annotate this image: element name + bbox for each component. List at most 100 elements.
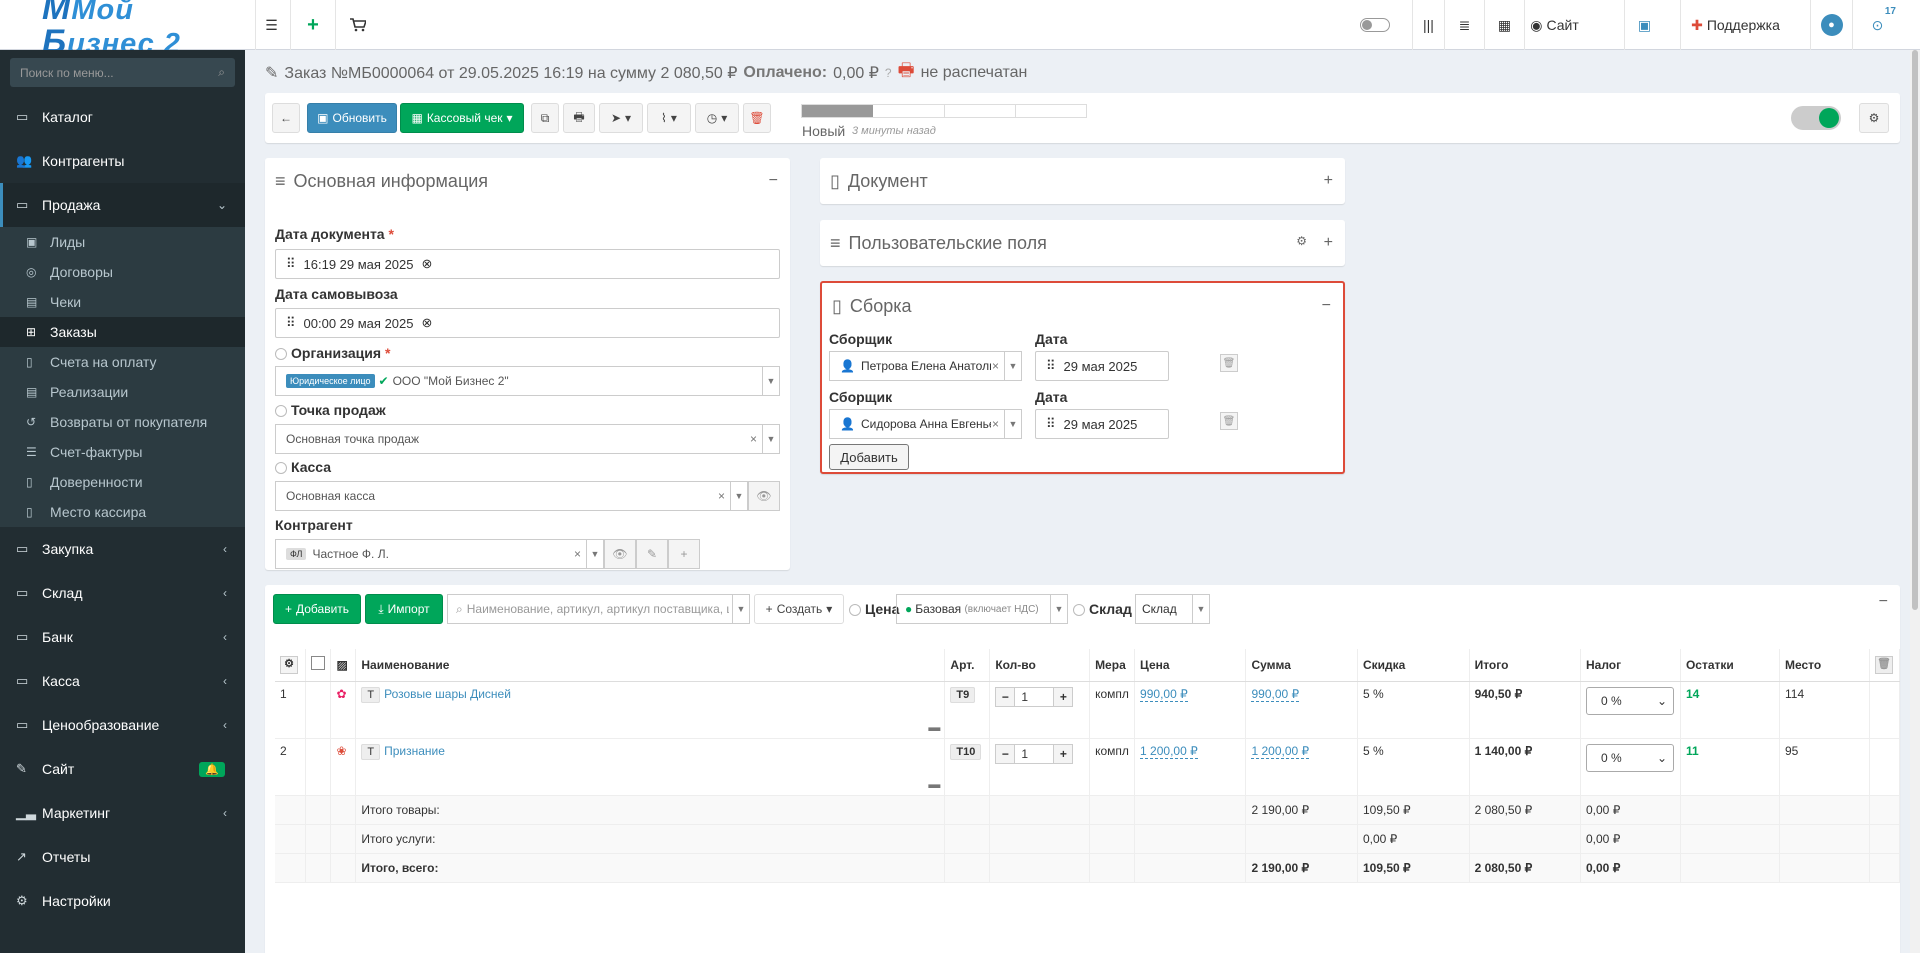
server-icon[interactable]: ≣: [1444, 0, 1484, 50]
sidebar-item-site[interactable]: ✎ Сайт 🔔: [0, 747, 245, 791]
sidebar-item-warehouse[interactable]: ▭ Склад ‹: [0, 571, 245, 615]
add-contractor-button[interactable]: +: [668, 539, 700, 569]
product-name-link[interactable]: Признание: [384, 744, 445, 758]
printer-icon[interactable]: 🖶: [898, 58, 915, 88]
cash-select[interactable]: Основная касса × ▼: [275, 481, 748, 511]
dropdown-arrow-icon[interactable]: ▼: [1050, 595, 1067, 623]
sidebar-search-input[interactable]: Поиск по меню... ⌕: [10, 58, 235, 87]
site-link[interactable]: ◉ Сайт: [1524, 0, 1584, 50]
header-total[interactable]: Итого: [1469, 649, 1582, 682]
cash-receipt-button[interactable]: ▦ Кассовый чек ▾: [400, 103, 524, 133]
quantity-stepper[interactable]: −1 +: [995, 686, 1084, 707]
bars-icon[interactable]: ▬: [928, 777, 940, 791]
minus-icon[interactable]: −: [995, 686, 1016, 707]
sidebar-item-reports[interactable]: ↗ Отчеты: [0, 835, 245, 879]
clear-icon[interactable]: ×: [992, 417, 999, 431]
clear-table-button[interactable]: 🗑: [1869, 649, 1901, 682]
calendar-icon[interactable]: ▦: [1484, 0, 1524, 50]
dropdown-arrow-icon[interactable]: ▼: [762, 425, 779, 453]
select-all-checkbox[interactable]: [305, 649, 332, 682]
discount-cell[interactable]: 5 %: [1357, 681, 1470, 739]
sidebar-item-marketing[interactable]: ▁▃ Маркетинг ‹: [0, 791, 245, 835]
discount-cell[interactable]: 5 %: [1357, 738, 1470, 796]
history-button[interactable]: ◷ ▾: [695, 103, 739, 133]
view-cash-button[interactable]: 👁: [748, 481, 780, 511]
sidebar-item-purchase[interactable]: ▭ Закупка ‹: [0, 527, 245, 571]
cogs-icon[interactable]: ⚙: [1296, 234, 1307, 248]
price-value[interactable]: 990,00 ₽: [1140, 686, 1188, 702]
header-qty[interactable]: Кол-во: [989, 649, 1091, 682]
theme-toggle[interactable]: [1345, 0, 1405, 50]
plus-icon[interactable]: +: [290, 0, 335, 50]
clear-icon[interactable]: ×: [750, 432, 757, 446]
import-button[interactable]: ⤓ Импорт: [365, 594, 443, 624]
header-name[interactable]: Наименование: [355, 649, 946, 682]
header-stock[interactable]: Остатки: [1680, 649, 1780, 682]
header-discount[interactable]: Скидка: [1357, 649, 1470, 682]
print-button[interactable]: 🖶: [563, 103, 595, 133]
tax-select[interactable]: 0 % ⌄: [1586, 686, 1674, 715]
create-button[interactable]: + Создать ▾: [754, 594, 844, 624]
sidebar-item-powers-of-attorney[interactable]: ▯ Доверенности: [0, 467, 245, 497]
hamburger-icon[interactable]: ☰: [255, 0, 287, 50]
sidebar-item-orders[interactable]: ⊞ Заказы: [0, 317, 245, 347]
plus-icon[interactable]: +: [1053, 743, 1074, 764]
expand-icon[interactable]: +: [1324, 172, 1333, 190]
app-logo[interactable]: ММой Бизнес 2: [0, 0, 245, 59]
page-scrollbar[interactable]: [1910, 50, 1920, 953]
user-avatar[interactable]: ●: [1810, 0, 1852, 50]
sidebar-item-realizations[interactable]: ▤ Реализации: [0, 377, 245, 407]
assembly-date-field[interactable]: ⠿ 29 мая 2025: [1035, 409, 1169, 439]
picker-select[interactable]: 👤 Сидорова Анна Евгеньевнам × ▼: [829, 409, 1022, 439]
header-unit[interactable]: Мера: [1089, 649, 1136, 682]
back-button[interactable]: ←: [272, 103, 300, 133]
sales-point-select[interactable]: Основная точка продаж × ▼: [275, 424, 780, 454]
dropdown-arrow-icon[interactable]: ▼: [732, 595, 749, 623]
dropdown-arrow-icon[interactable]: ▼: [1004, 410, 1021, 438]
delete-row-button[interactable]: 🗑: [1220, 412, 1238, 430]
sidebar-item-receipts[interactable]: ▤ Чеки: [0, 287, 245, 317]
header-price[interactable]: Цена: [1134, 649, 1247, 682]
sidebar-item-settings[interactable]: ⚙ Настройки: [0, 879, 245, 923]
header-sum[interactable]: Сумма: [1245, 649, 1358, 682]
header-art[interactable]: Арт.: [944, 649, 991, 682]
dropdown-arrow-icon[interactable]: ▼: [1192, 595, 1209, 623]
custom-fields-header[interactable]: ≡ Пользовательские поля: [820, 220, 1345, 266]
copy-button[interactable]: ⧉: [531, 103, 559, 133]
delete-row-button[interactable]: 🗑: [1220, 354, 1238, 372]
collapse-icon[interactable]: −: [769, 172, 778, 190]
header-tax[interactable]: Налог: [1580, 649, 1681, 682]
minus-icon[interactable]: −: [995, 743, 1016, 764]
dropdown-arrow-icon[interactable]: ▼: [586, 540, 603, 568]
settings-button[interactable]: ⚙: [1859, 103, 1889, 133]
clear-icon[interactable]: ⊗: [422, 315, 433, 331]
price-value[interactable]: 1 200,00 ₽: [1140, 743, 1198, 759]
add-picker-button[interactable]: Добавить: [829, 444, 909, 470]
pickup-date-field[interactable]: ⠿ 00:00 29 мая 2025 ⊗: [275, 308, 780, 338]
edit-icon[interactable]: ✎: [265, 63, 278, 83]
expand-icon[interactable]: +: [1324, 234, 1333, 252]
order-toggle[interactable]: [1791, 106, 1841, 130]
doc-date-field[interactable]: ⠿ 16:19 29 мая 2025 ⊗: [275, 249, 780, 279]
support-link[interactable]: ✚ Поддержка: [1680, 0, 1790, 50]
dropdown-arrow-icon[interactable]: ▼: [730, 482, 747, 510]
sidebar-item-bank[interactable]: ▭ Банк ‹: [0, 615, 245, 659]
send-button[interactable]: ➤ ▾: [599, 103, 643, 133]
sidebar-item-returns[interactable]: ↺ Возвраты от покупателя: [0, 407, 245, 437]
sidebar-item-leads[interactable]: ▣ Лиды: [0, 227, 245, 257]
plus-icon[interactable]: +: [1053, 686, 1074, 707]
sidebar-item-cashier-place[interactable]: ▯ Место кассира: [0, 497, 245, 527]
status-progress-bar[interactable]: [801, 104, 1087, 118]
organization-select[interactable]: Юридическое лицо ✔ ООО "Мой Бизнес 2" ▼: [275, 366, 780, 396]
view-contractor-button[interactable]: 👁: [604, 539, 636, 569]
sidebar-item-sales[interactable]: ▭ Продажа ⌄: [0, 183, 245, 227]
clear-icon[interactable]: ×: [574, 547, 581, 561]
sidebar-item-cash[interactable]: ▭ Касса ‹: [0, 659, 245, 703]
attach-button[interactable]: ⌇ ▾: [647, 103, 691, 133]
contractor-select[interactable]: ФЛ Частное Ф. Л. × ▼: [275, 539, 604, 569]
document-header[interactable]: ▯ Документ: [820, 158, 1345, 204]
warehouse-select[interactable]: Склад ▼: [1135, 594, 1210, 624]
collapse-icon[interactable]: −: [1322, 297, 1331, 315]
refresh-button[interactable]: ▣ Обновить: [307, 103, 397, 133]
sum-value[interactable]: 990,00 ₽: [1251, 686, 1300, 702]
